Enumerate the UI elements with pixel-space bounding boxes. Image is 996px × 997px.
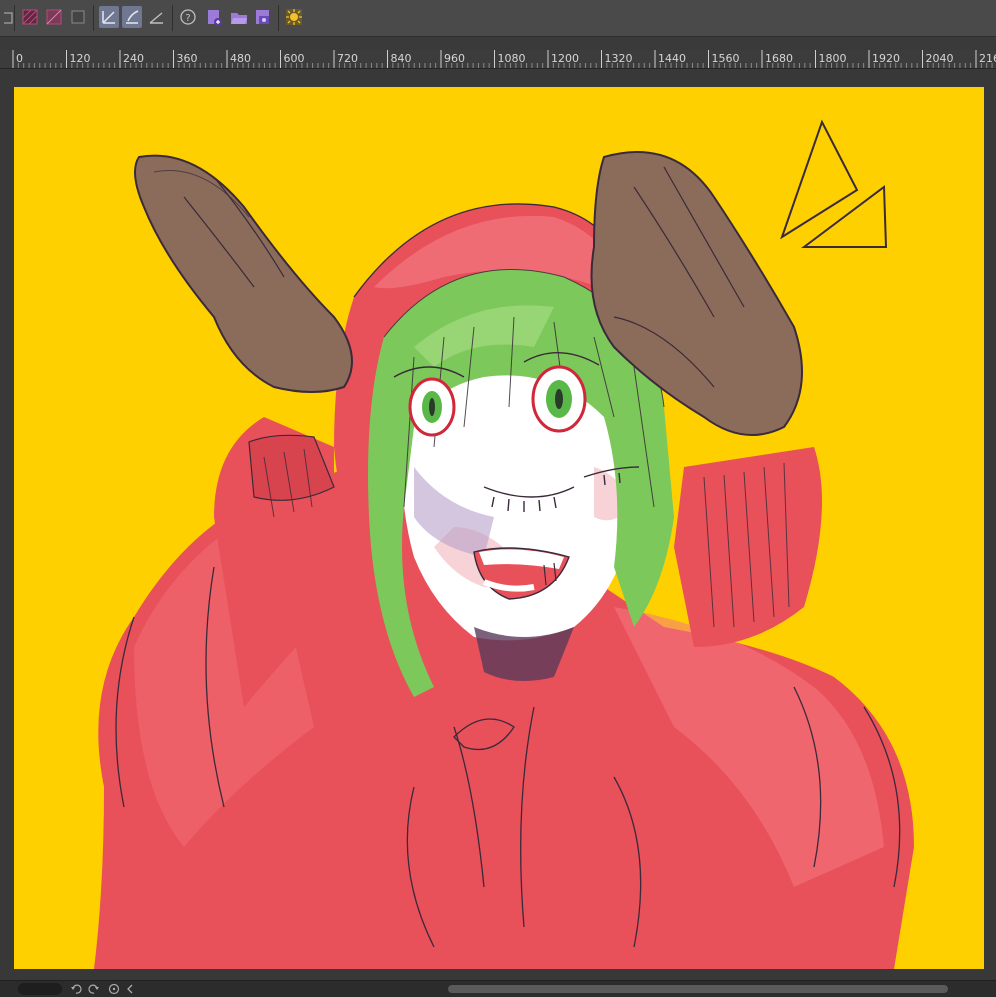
toolbar-separator — [172, 5, 173, 31]
sun-settings-icon[interactable] — [284, 6, 304, 28]
chevron-left-icon[interactable] — [124, 983, 136, 995]
ruler-angle-icon[interactable] — [146, 6, 166, 28]
character-illustration — [94, 119, 914, 969]
hatch-fill-icon[interactable] — [44, 6, 64, 28]
toolbar-separator — [93, 5, 94, 31]
svg-text:?: ? — [185, 13, 190, 24]
ruler-label: 1200 — [551, 52, 579, 65]
horizontal-ruler[interactable]: 0 120 240 360 480 600 720 840 960 1080 1200 1320 144… — [0, 50, 996, 69]
toolbar-separator — [278, 5, 279, 31]
toolbar-separator — [14, 5, 15, 31]
ruler-label: 1080 — [497, 52, 526, 65]
rotate-reset-icon[interactable] — [108, 983, 120, 995]
undo-icon[interactable] — [70, 983, 82, 995]
ruler-label: 1440 — [658, 52, 686, 65]
ruler-label: 1560 — [711, 52, 740, 65]
ruler-label: 120 — [69, 52, 91, 65]
ruler-label: 480 — [230, 52, 251, 65]
ruler-label: 1680 — [765, 52, 793, 65]
pen-ruler-icon[interactable] — [99, 6, 119, 28]
redo-icon[interactable] — [88, 983, 100, 995]
new-file-icon[interactable] — [204, 6, 224, 28]
hatch-selection-icon[interactable] — [20, 6, 40, 28]
ruler-label: 2040 — [925, 52, 954, 65]
open-folder-icon[interactable] — [229, 6, 249, 28]
ruler-label: 960 — [444, 52, 465, 65]
empty-square-icon[interactable] — [68, 6, 88, 28]
ruler-label: 840 — [390, 52, 412, 65]
ruler-label: 2160 — [979, 52, 996, 65]
ruler-label: 360 — [176, 52, 198, 65]
ruler-label: 1800 — [818, 52, 847, 65]
ruler-label: 1320 — [604, 52, 633, 65]
ruler-label: 240 — [123, 52, 144, 65]
ruler-label: 1920 — [872, 52, 900, 65]
exclamation-marks — [780, 119, 888, 248]
brush-ruler-icon[interactable] — [122, 6, 142, 28]
ruler-label: 0 — [16, 52, 23, 65]
frame-icon[interactable] — [0, 6, 20, 28]
ruler-label: 720 — [337, 52, 358, 65]
artwork-canvas[interactable] — [14, 87, 984, 969]
ruler-label: 600 — [283, 52, 305, 65]
zoom-field[interactable] — [18, 983, 62, 995]
help-icon[interactable]: ? — [178, 6, 198, 28]
bottom-statusbar — [0, 980, 996, 997]
canvas-workspace[interactable] — [0, 69, 996, 980]
save-file-icon[interactable] — [253, 6, 273, 28]
horizontal-scrollbar[interactable] — [448, 985, 948, 993]
top-toolbar: ? — [0, 0, 996, 37]
